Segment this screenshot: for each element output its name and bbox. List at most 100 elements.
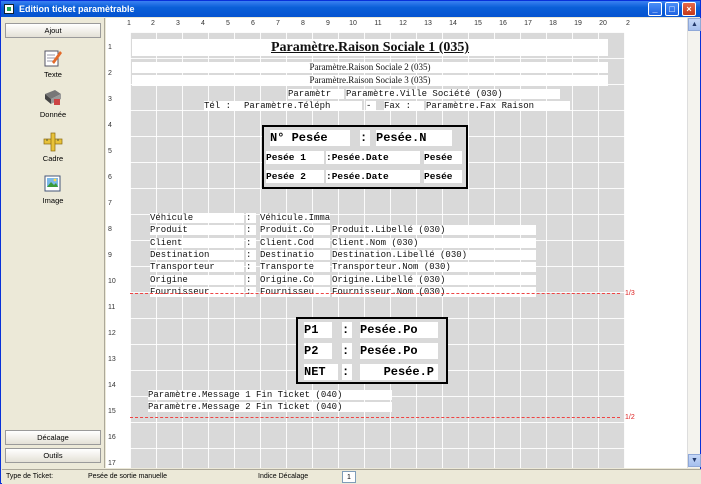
detail-label[interactable]: Fournisseur [150, 287, 244, 297]
window-title: Edition ticket paramètrable [19, 4, 135, 14]
ruler-tick: 2 [626, 20, 630, 27]
detail-code-field[interactable]: Transporte [260, 262, 330, 272]
detail-colon[interactable]: : [246, 287, 256, 297]
pesee1-time-field[interactable]: Pesée [424, 151, 462, 164]
detail-name-field[interactable]: Client.Nom (030) [332, 238, 536, 248]
detail-colon[interactable]: : [246, 250, 256, 260]
detail-code-field[interactable]: Produit.Co [260, 225, 330, 235]
scroll-up-icon[interactable]: ▲ [688, 18, 701, 31]
tel-label[interactable]: Tél : [204, 101, 244, 111]
detail-code-field[interactable]: Fournisseu [260, 287, 330, 297]
ajout-button[interactable]: Ajout [5, 23, 101, 38]
detail-colon[interactable]: : [246, 225, 256, 235]
pesee1-date-field[interactable]: :Pesée.Date [326, 151, 420, 164]
raison-sociale-2-field[interactable]: Paramètre.Raison Sociale 2 (035) [132, 62, 608, 73]
title-bar: Edition ticket paramètrable _ □ × [1, 1, 700, 17]
message-2-field[interactable]: Paramètre.Message 2 Fin Ticket (040) [148, 402, 392, 412]
detail-label[interactable]: Transporteur [150, 262, 244, 272]
maximize-button[interactable]: □ [665, 2, 679, 16]
ruler-tick: 19 [574, 20, 582, 27]
ruler-tick: 11 [374, 20, 382, 27]
ruler-tick: 14 [449, 20, 457, 27]
detail-label[interactable]: Origine [150, 275, 244, 285]
detail-colon[interactable]: : [246, 238, 256, 248]
detail-name-field[interactable]: Destination.Libellé (030) [332, 250, 536, 260]
cadre-tool[interactable]: Cadre [28, 132, 78, 163]
ruler-tick: 2 [108, 70, 112, 77]
ticket-designer-canvas[interactable]: 1 2 3 4 5 6 7 8 9 10 11 12 13 14 15 16 1… [106, 18, 687, 468]
pesee2-date-field[interactable]: :Pesée.Date [326, 170, 420, 183]
detail-label[interactable]: Client [150, 238, 244, 248]
p1-field[interactable]: Pesée.Po [360, 322, 438, 338]
vertical-scrollbar[interactable]: ▲ ▼ [687, 18, 701, 468]
detail-code-field[interactable]: Véhicule.Immatr [260, 213, 330, 223]
ticket-type-label: Type de Ticket: [6, 473, 54, 480]
detail-code-field[interactable]: Client.Cod [260, 238, 330, 248]
pesee-frame[interactable]: N° Pesée : Pesée.N Pesée 1 :Pesée.Date P… [262, 125, 468, 189]
ruler-tick: 12 [399, 20, 407, 27]
ville-societe-field[interactable]: Paramètre.Ville Société (030) [346, 89, 560, 99]
scroll-down-icon[interactable]: ▼ [688, 454, 701, 467]
detail-code-field[interactable]: Destinatio [260, 250, 330, 260]
ruler-tick: 15 [474, 20, 482, 27]
net-field[interactable]: Pesée.P [360, 364, 438, 380]
fax-label[interactable]: Fax : [384, 101, 424, 111]
detail-colon[interactable]: : [246, 262, 256, 272]
p2-colon[interactable]: : [342, 343, 352, 359]
ruler-tick: 17 [524, 20, 532, 27]
indice-decalage-field[interactable]: 1 [342, 471, 356, 483]
num-pesee-label[interactable]: N° Pesée [270, 130, 350, 146]
p1-label[interactable]: P1 [304, 322, 332, 338]
detail-colon[interactable]: : [246, 213, 256, 223]
weights-frame[interactable]: P1 : Pesée.Po P2 : Pesée.Po NET : Pesée.… [296, 317, 448, 384]
ruler-tick: 14 [108, 382, 116, 389]
ruler-tick: 1 [108, 44, 112, 51]
p2-field[interactable]: Pesée.Po [360, 343, 438, 359]
fax-field[interactable]: Paramètre.Fax Raison [426, 101, 570, 111]
ruler-tick: 6 [251, 20, 255, 27]
raison-sociale-3-field[interactable]: Paramètre.Raison Sociale 3 (035) [132, 75, 608, 86]
ruler-tick: 15 [108, 408, 116, 415]
frame-ruler-icon [43, 132, 63, 152]
num-pesee-colon[interactable]: : [360, 130, 370, 146]
donnee-tool[interactable]: Donnée [28, 88, 78, 119]
dash-separator[interactable]: - [366, 101, 376, 111]
page-mark-2: 1/2 [625, 414, 635, 421]
ruler-tick: 17 [108, 460, 116, 467]
decalage-button[interactable]: Décalage [5, 430, 101, 445]
ruler-tick: 2 [151, 20, 155, 27]
ticket-grid[interactable]: Paramètre.Raison Sociale 1 (035) Paramèt… [130, 32, 625, 468]
minimize-button[interactable]: _ [648, 2, 662, 16]
detail-colon[interactable]: : [246, 275, 256, 285]
p2-label[interactable]: P2 [304, 343, 332, 359]
ruler-tick: 16 [108, 434, 116, 441]
ruler-tick: 10 [108, 278, 116, 285]
pesee2-time-field[interactable]: Pesée [424, 170, 462, 183]
detail-code-field[interactable]: Origine.Co [260, 275, 330, 285]
message-1-field[interactable]: Paramètre.Message 1 Fin Ticket (040) [148, 390, 392, 400]
pesee2-label[interactable]: Pesée 2 [266, 170, 324, 183]
detail-name-field[interactable]: Origine.Libellé (030) [332, 275, 536, 285]
close-button[interactable]: × [682, 2, 696, 16]
image-tool[interactable]: Image [28, 174, 78, 205]
net-colon[interactable]: : [342, 364, 352, 380]
num-pesee-field[interactable]: Pesée.N [376, 130, 452, 146]
outils-button[interactable]: Outils [5, 448, 101, 463]
parametre-field[interactable]: Paramètr [288, 89, 344, 99]
detail-label[interactable]: Produit [150, 225, 244, 235]
detail-label[interactable]: Véhicule [150, 213, 244, 223]
ruler-tick: 9 [108, 252, 112, 259]
pesee1-label[interactable]: Pesée 1 [266, 151, 324, 164]
telephone-field[interactable]: Paramètre.Téléph [244, 101, 362, 111]
detail-name-field[interactable]: Fournisseur.Nom (030) [332, 287, 536, 297]
ruler-tick: 4 [108, 122, 112, 129]
raison-sociale-1-field[interactable]: Paramètre.Raison Sociale 1 (035) [132, 39, 608, 56]
detail-label[interactable]: Destination [150, 250, 244, 260]
app-window: Edition ticket paramètrable _ □ × Ajout … [0, 0, 701, 484]
net-label[interactable]: NET [304, 364, 338, 380]
detail-name-field[interactable]: Produit.Libellé (030) [332, 225, 536, 235]
p1-colon[interactable]: : [342, 322, 352, 338]
ruler-tick: 11 [108, 304, 116, 311]
texte-tool[interactable]: Texte [28, 48, 78, 79]
detail-name-field[interactable]: Transporteur.Nom (030) [332, 262, 536, 272]
